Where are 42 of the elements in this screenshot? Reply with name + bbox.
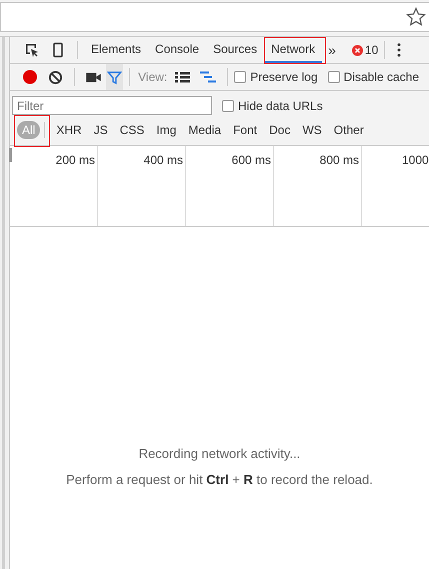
status-message: Recording network activity...	[138, 446, 300, 461]
type-filter[interactable]: Doc	[264, 121, 296, 139]
time-tick: 400 ms	[144, 153, 183, 167]
error-count[interactable]: 10	[364, 43, 378, 57]
checkbox-label: Hide data URLs	[238, 98, 323, 112]
error-icon	[352, 44, 363, 56]
filter-field[interactable]: Filter	[12, 96, 212, 115]
checkbox[interactable]	[222, 100, 234, 112]
record-icon[interactable]	[22, 69, 38, 85]
star-icon[interactable]	[406, 7, 426, 27]
type-filter[interactable]: XHR	[51, 121, 87, 139]
more-tabs-button[interactable]: »	[322, 42, 342, 58]
type-filter[interactable]: Other	[328, 121, 369, 139]
panel-tab[interactable]: Console	[148, 37, 206, 63]
type-filter[interactable]: Font	[228, 121, 262, 139]
time-tick: 800 ms	[320, 153, 359, 167]
device-icon[interactable]	[50, 42, 66, 58]
type-filter[interactable]: CSS	[114, 121, 150, 139]
menu-icon[interactable]	[397, 43, 402, 57]
type-filter[interactable]: JS	[88, 121, 113, 139]
highlight-frame	[14, 115, 50, 147]
type-filter[interactable]: WS	[297, 121, 327, 139]
list-view-icon[interactable]	[175, 71, 190, 83]
panel-tab[interactable]: Elements	[84, 37, 148, 63]
waterfall-icon[interactable]	[200, 71, 216, 83]
type-filter[interactable]: Img	[151, 121, 182, 139]
checkbox-label: Preserve log	[250, 70, 318, 84]
time-tick: 600 ms	[232, 153, 271, 167]
type-filter[interactable]: Media	[183, 121, 226, 139]
filter-button[interactable]	[106, 64, 124, 90]
checkbox-label: Disable cache	[344, 70, 419, 84]
panel-tab[interactable]: Sources	[206, 37, 264, 63]
inspect-icon[interactable]	[24, 42, 40, 58]
checkbox[interactable]	[328, 71, 340, 83]
camera-icon[interactable]	[86, 72, 101, 82]
clear-icon[interactable]	[48, 70, 63, 84]
time-tick: 200 ms	[56, 153, 95, 167]
checkbox[interactable]	[234, 71, 246, 83]
view-label: View:	[138, 70, 168, 84]
time-tick: 1000	[402, 153, 429, 167]
hint-text: Perform a request or hit Ctrl + R to record the reload.	[66, 472, 373, 487]
highlight-frame	[264, 37, 326, 64]
